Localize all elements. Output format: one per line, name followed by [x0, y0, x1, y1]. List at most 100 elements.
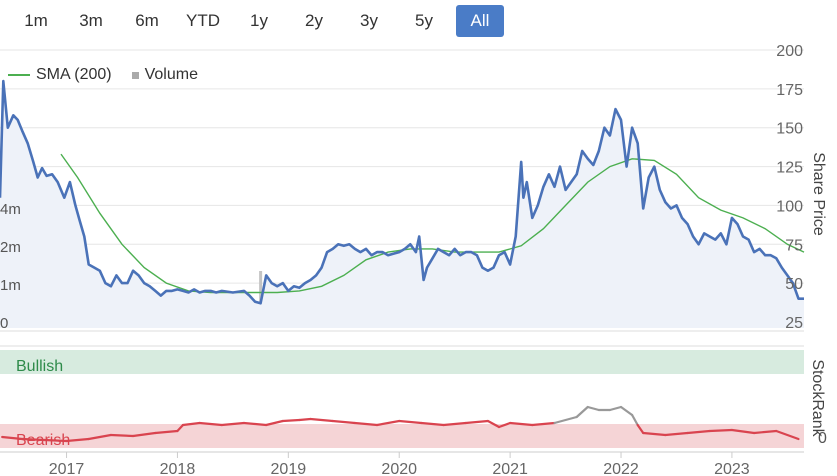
- range-button-5y[interactable]: 5y: [405, 5, 443, 37]
- volume-bar: [541, 297, 545, 328]
- volume-bar: [521, 305, 525, 328]
- stockrank-axis-label: StockRank: [809, 359, 826, 437]
- volume-bar: [259, 271, 263, 328]
- volume-tick-label: 0: [0, 315, 8, 332]
- stockrank-segment: [198, 421, 223, 427]
- range-button-6m[interactable]: 6m: [126, 5, 168, 37]
- stockrank-segment: [553, 415, 578, 425]
- chart-legend: SMA (200) Volume: [8, 66, 198, 84]
- x-tick-label: 2019: [271, 461, 307, 476]
- volume-tick-label: 4m: [0, 201, 21, 218]
- stockrank-segment: [1, 435, 24, 441]
- range-button-3y[interactable]: 3y: [350, 5, 388, 37]
- range-button-2y[interactable]: 2y: [295, 5, 333, 37]
- stockrank-segment: [708, 428, 734, 433]
- volume-bar: [436, 316, 440, 328]
- volume-bar: [37, 320, 41, 328]
- x-tick-label: 2022: [603, 461, 639, 476]
- volume-bar: [347, 309, 351, 328]
- stockrank-segment: [298, 417, 312, 422]
- volume-bar: [630, 316, 634, 328]
- volume-bar: [613, 297, 617, 328]
- volume-bar: [663, 316, 667, 328]
- volume-bar: [497, 316, 501, 328]
- stockrank-segment: [636, 423, 645, 435]
- range-button-ytd[interactable]: YTD: [180, 5, 226, 37]
- stockrank-segment: [664, 431, 689, 437]
- stockrank-segment: [752, 429, 778, 435]
- stockrank-segment: [181, 421, 201, 427]
- stockrank-segment: [375, 419, 401, 427]
- x-tick-label: 2017: [49, 461, 85, 476]
- stockrank-segment: [420, 421, 445, 427]
- stockrank-segment: [131, 431, 157, 438]
- stockrank-segment: [265, 419, 284, 427]
- sma-legend-label[interactable]: SMA (200): [36, 66, 112, 84]
- price-area: [0, 81, 804, 328]
- volume-bar: [192, 320, 196, 328]
- range-button-3m[interactable]: 3m: [70, 5, 112, 37]
- volume-bar: [547, 271, 551, 328]
- range-button-1y[interactable]: 1y: [240, 5, 278, 37]
- volume-bar: [220, 316, 224, 328]
- stockrank-segment: [775, 429, 800, 441]
- price-tick-label: 75: [785, 237, 803, 254]
- volume-bar: [297, 297, 301, 328]
- volume-bar: [87, 322, 91, 328]
- price-tick-label: 50: [785, 276, 803, 293]
- stockrank-segment: [619, 405, 634, 417]
- stockrank-segment: [109, 433, 135, 438]
- x-tick-label: 2023: [714, 461, 750, 476]
- stockrank-segment: [642, 431, 667, 437]
- volume-legend-label[interactable]: Volume: [145, 66, 198, 84]
- bullish-label: Bullish: [16, 358, 63, 375]
- x-tick-label: 2020: [381, 461, 417, 476]
- price-tick-label: 25: [785, 315, 803, 332]
- price-tick-label: 150: [776, 121, 803, 138]
- stockrank-segment: [43, 438, 68, 443]
- volume-bar: [281, 282, 285, 328]
- stockrank-segment: [65, 437, 90, 443]
- volume-bar: [320, 290, 324, 328]
- stockrank-tick-label: 0: [818, 430, 827, 447]
- stockrank-segment: [730, 428, 756, 435]
- volume-legend-swatch: [131, 71, 139, 79]
- sma-line: [60, 153, 805, 294]
- bearish-band: [0, 424, 804, 448]
- volume-bar: [0, 312, 4, 328]
- volume-tick-label: 2m: [0, 239, 21, 256]
- volume-bar: [76, 316, 80, 328]
- volume-bar: [719, 316, 723, 328]
- stockrank-segment: [242, 421, 268, 427]
- volume-bar: [602, 309, 606, 328]
- stockrank-segment: [608, 405, 623, 412]
- volume-bar: [336, 312, 340, 328]
- stockrank-segment: [464, 419, 490, 425]
- volume-bar: [741, 312, 745, 328]
- volume-bar: [153, 322, 157, 328]
- range-button-all[interactable]: All: [456, 5, 504, 37]
- bearish-label: Bearish: [16, 432, 70, 449]
- volume-bar: [419, 297, 423, 328]
- x-tick-label: 2021: [492, 461, 528, 476]
- stockrank-segment: [220, 421, 246, 427]
- price-axis-label: Share Price: [810, 152, 827, 236]
- volume-bar: [386, 314, 390, 328]
- stockrank-segment: [631, 413, 639, 427]
- stockrank-segment: [21, 437, 46, 442]
- stockrank-segment: [87, 433, 112, 441]
- price-tick-label: 200: [776, 43, 803, 60]
- x-tick-label: 2018: [160, 461, 196, 476]
- range-button-1m[interactable]: 1m: [15, 5, 57, 37]
- volume-bar: [270, 316, 274, 328]
- bullish-band: [0, 350, 804, 374]
- stockrank-segment: [575, 405, 589, 419]
- price-tick-label: 175: [776, 82, 803, 99]
- volume-bar: [137, 312, 141, 328]
- stockrank-segment: [154, 429, 179, 435]
- stockrank-segment: [497, 421, 512, 429]
- stockrank-segment: [353, 421, 379, 427]
- stockrank-segment: [486, 419, 501, 429]
- volume-bar: [519, 267, 523, 328]
- volume-bar: [780, 316, 784, 328]
